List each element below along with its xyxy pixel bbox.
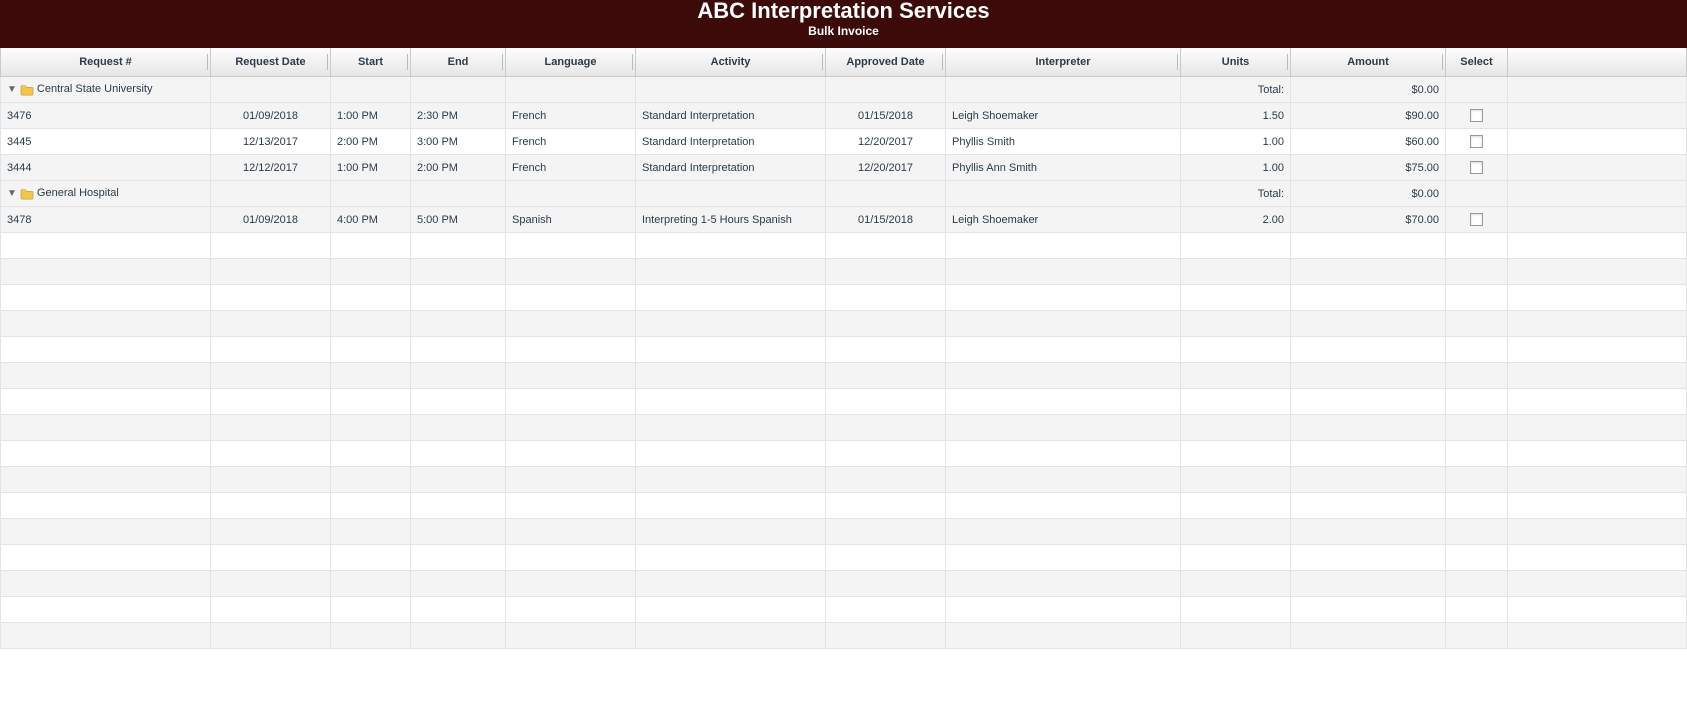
- cell-start: 1:00 PM: [331, 103, 411, 129]
- cell-interpreter: Phyllis Smith: [946, 129, 1181, 155]
- select-checkbox[interactable]: [1470, 161, 1483, 174]
- empty-row: [1, 571, 1687, 597]
- group-row[interactable]: ▼ General Hospital Total:$0.00: [1, 181, 1687, 207]
- empty-row: [1, 467, 1687, 493]
- empty-row: [1, 233, 1687, 259]
- group-total-label: Total:: [1181, 77, 1291, 103]
- collapse-icon[interactable]: ▼: [7, 84, 17, 95]
- cell-units: 1.50: [1181, 103, 1291, 129]
- cell-request-no: 3476: [1, 103, 211, 129]
- cell-end: 2:30 PM: [411, 103, 506, 129]
- select-checkbox[interactable]: [1470, 135, 1483, 148]
- cell-end: 5:00 PM: [411, 207, 506, 233]
- cell-request-no: 3445: [1, 129, 211, 155]
- cell-request-date: 12/13/2017: [211, 129, 331, 155]
- group-total-amount: $0.00: [1291, 181, 1446, 207]
- col-header-end[interactable]: End: [411, 48, 506, 77]
- cell-start: 1:00 PM: [331, 155, 411, 181]
- col-header-approved-date[interactable]: Approved Date: [826, 48, 946, 77]
- cell-activity: Standard Interpretation: [636, 103, 826, 129]
- empty-row: [1, 363, 1687, 389]
- col-header-request-no[interactable]: Request #: [1, 48, 211, 77]
- col-header-amount[interactable]: Amount: [1291, 48, 1446, 77]
- table-row[interactable]: 347801/09/20184:00 PM5:00 PMSpanishInter…: [1, 207, 1687, 233]
- column-header-row: Request # Request Date Start End Languag…: [1, 48, 1687, 77]
- table-row[interactable]: 344412/12/20171:00 PM2:00 PMFrenchStanda…: [1, 155, 1687, 181]
- table-row[interactable]: 344512/13/20172:00 PM3:00 PMFrenchStanda…: [1, 129, 1687, 155]
- group-name: Central State University: [37, 83, 153, 95]
- col-header-units[interactable]: Units: [1181, 48, 1291, 77]
- cell-interpreter: Leigh Shoemaker: [946, 207, 1181, 233]
- cell-end: 3:00 PM: [411, 129, 506, 155]
- cell-units: 1.00: [1181, 129, 1291, 155]
- group-row[interactable]: ▼ Central State University Total:$0.00: [1, 77, 1687, 103]
- cell-start: 2:00 PM: [331, 129, 411, 155]
- cell-request-date: 12/12/2017: [211, 155, 331, 181]
- empty-row: [1, 623, 1687, 649]
- empty-row: [1, 259, 1687, 285]
- table-row[interactable]: 347601/09/20181:00 PM2:30 PMFrenchStanda…: [1, 103, 1687, 129]
- cell-language: French: [506, 103, 636, 129]
- cell-request-date: 01/09/2018: [211, 207, 331, 233]
- cell-activity: Standard Interpretation: [636, 129, 826, 155]
- empty-row: [1, 493, 1687, 519]
- select-checkbox[interactable]: [1470, 213, 1483, 226]
- empty-row: [1, 545, 1687, 571]
- cell-interpreter: Leigh Shoemaker: [946, 103, 1181, 129]
- col-header-start[interactable]: Start: [331, 48, 411, 77]
- invoice-grid: Request # Request Date Start End Languag…: [0, 48, 1687, 649]
- empty-row: [1, 337, 1687, 363]
- cell-request-no: 3478: [1, 207, 211, 233]
- group-name: General Hospital: [37, 187, 119, 199]
- group-total-label: Total:: [1181, 181, 1291, 207]
- group-total-amount: $0.00: [1291, 77, 1446, 103]
- col-header-interpreter[interactable]: Interpreter: [946, 48, 1181, 77]
- empty-row: [1, 441, 1687, 467]
- cell-start: 4:00 PM: [331, 207, 411, 233]
- cell-amount: $60.00: [1291, 129, 1446, 155]
- cell-request-no: 3444: [1, 155, 211, 181]
- cell-approved-date: 01/15/2018: [826, 207, 946, 233]
- empty-row: [1, 519, 1687, 545]
- collapse-icon[interactable]: ▼: [7, 188, 17, 199]
- col-header-select[interactable]: Select: [1446, 48, 1508, 77]
- cell-language: French: [506, 129, 636, 155]
- folder-icon: [20, 84, 34, 96]
- cell-interpreter: Phyllis Ann Smith: [946, 155, 1181, 181]
- cell-activity: Standard Interpretation: [636, 155, 826, 181]
- cell-amount: $75.00: [1291, 155, 1446, 181]
- page-subtitle: Bulk Invoice: [0, 24, 1687, 38]
- cell-request-date: 01/09/2018: [211, 103, 331, 129]
- cell-language: Spanish: [506, 207, 636, 233]
- page-header: ABC Interpretation Services Bulk Invoice: [0, 0, 1687, 48]
- cell-language: French: [506, 155, 636, 181]
- cell-approved-date: 12/20/2017: [826, 155, 946, 181]
- cell-activity: Interpreting 1-5 Hours Spanish: [636, 207, 826, 233]
- cell-amount: $70.00: [1291, 207, 1446, 233]
- cell-end: 2:00 PM: [411, 155, 506, 181]
- col-header-activity[interactable]: Activity: [636, 48, 826, 77]
- empty-row: [1, 597, 1687, 623]
- col-header-request-date[interactable]: Request Date: [211, 48, 331, 77]
- cell-units: 2.00: [1181, 207, 1291, 233]
- empty-row: [1, 285, 1687, 311]
- page-title: ABC Interpretation Services: [0, 0, 1687, 22]
- select-checkbox[interactable]: [1470, 109, 1483, 122]
- folder-icon: [20, 188, 34, 200]
- col-header-tail: [1508, 48, 1687, 77]
- cell-units: 1.00: [1181, 155, 1291, 181]
- empty-row: [1, 415, 1687, 441]
- cell-amount: $90.00: [1291, 103, 1446, 129]
- cell-approved-date: 12/20/2017: [826, 129, 946, 155]
- empty-row: [1, 389, 1687, 415]
- empty-row: [1, 311, 1687, 337]
- col-header-language[interactable]: Language: [506, 48, 636, 77]
- cell-approved-date: 01/15/2018: [826, 103, 946, 129]
